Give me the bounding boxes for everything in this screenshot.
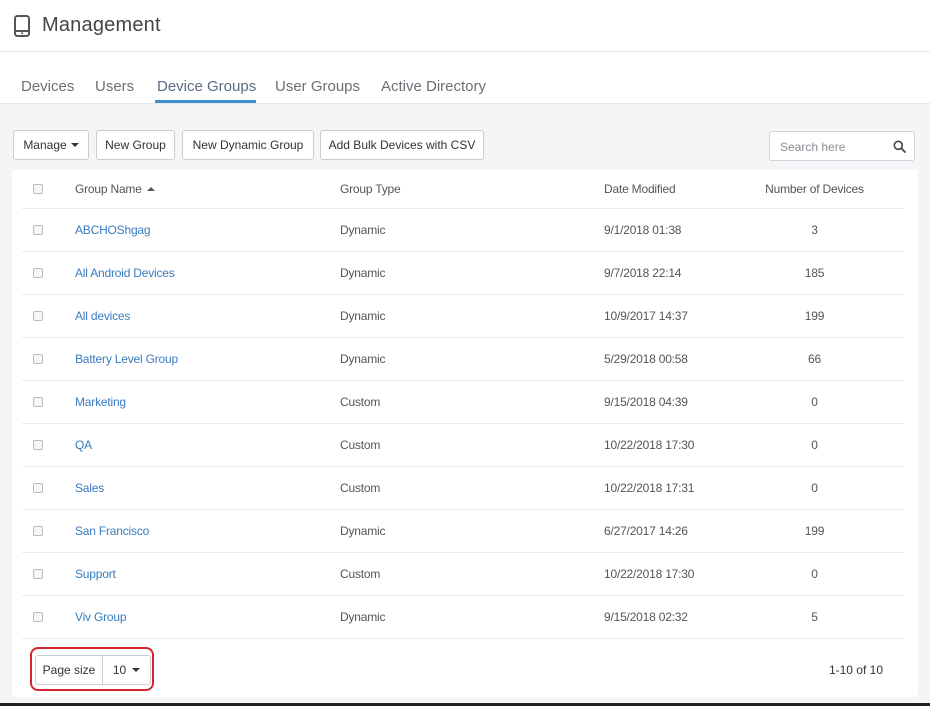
device-count-cell: 185	[804, 266, 825, 280]
row-checkbox[interactable]	[33, 526, 43, 536]
row-checkbox[interactable]	[33, 225, 43, 235]
table-header-row: Group Name Group Type Date Modified Numb…	[22, 170, 904, 209]
group-name-link[interactable]: Support	[75, 567, 116, 581]
table-row: San Francisco Dynamic 6/27/2017 14:26 19…	[22, 510, 904, 553]
add-bulk-devices-csv-button[interactable]: Add Bulk Devices with CSV	[320, 130, 484, 160]
device-count-cell: 3	[811, 223, 818, 237]
column-header-date-modified[interactable]: Date Modified	[604, 182, 676, 196]
date-modified-cell: 10/22/2018 17:31	[604, 481, 695, 495]
row-checkbox[interactable]	[33, 397, 43, 407]
row-checkbox[interactable]	[33, 483, 43, 493]
sort-ascending-icon	[146, 187, 155, 191]
table-row: QA Custom 10/22/2018 17:30 0	[22, 424, 904, 467]
column-header-group-name[interactable]: Group Name	[75, 182, 155, 196]
date-modified-cell: 9/15/2018 04:39	[604, 395, 688, 409]
page-size-selector: Page size 10	[35, 655, 151, 685]
table-row: Marketing Custom 9/15/2018 04:39 0	[22, 381, 904, 424]
page-header: Management	[0, 0, 930, 52]
tab-devices[interactable]: Devices	[21, 78, 74, 95]
row-checkbox[interactable]	[33, 268, 43, 278]
column-header-group-type[interactable]: Group Type	[340, 182, 401, 196]
device-count-cell: 0	[811, 438, 818, 452]
new-group-button[interactable]: New Group	[96, 130, 175, 160]
row-checkbox[interactable]	[33, 311, 43, 321]
table-row: All Android Devices Dynamic 9/7/2018 22:…	[22, 252, 904, 295]
date-modified-cell: 9/7/2018 22:14	[604, 266, 682, 280]
table-row: All devices Dynamic 10/9/2017 14:37 199	[22, 295, 904, 338]
table-row: Support Custom 10/22/2018 17:30 0	[22, 553, 904, 596]
table-row: ABCHOShgag Dynamic 9/1/2018 01:38 3	[22, 209, 904, 252]
group-type-cell: Custom	[340, 438, 381, 452]
page-title: Management	[42, 14, 161, 36]
group-name-link[interactable]: QA	[75, 438, 92, 452]
device-count-cell: 0	[811, 567, 818, 581]
group-type-cell: Dynamic	[340, 524, 386, 538]
tab-active-directory[interactable]: Active Directory	[381, 78, 486, 95]
date-modified-cell: 5/29/2018 00:58	[604, 352, 688, 366]
group-type-cell: Dynamic	[340, 352, 386, 366]
column-header-label: Group Name	[75, 182, 142, 196]
tab-bar: Devices Users Device Groups User Groups …	[0, 52, 930, 104]
group-name-link[interactable]: All Android Devices	[75, 266, 175, 280]
select-all-checkbox[interactable]	[33, 184, 43, 194]
device-count-cell: 0	[811, 481, 818, 495]
page-size-value: 10	[112, 663, 127, 677]
group-name-link[interactable]: Sales	[75, 481, 104, 495]
date-modified-cell: 9/1/2018 01:38	[604, 223, 682, 237]
group-name-link[interactable]: All devices	[75, 309, 130, 323]
column-header-number-of-devices[interactable]: Number of Devices	[742, 182, 887, 196]
group-type-cell: Custom	[340, 567, 381, 581]
row-checkbox[interactable]	[33, 440, 43, 450]
tab-device-groups[interactable]: Device Groups	[157, 78, 256, 95]
date-modified-cell: 6/27/2017 14:26	[604, 524, 688, 538]
new-dynamic-group-button[interactable]: New Dynamic Group	[182, 130, 314, 160]
search-input[interactable]	[780, 138, 885, 156]
group-name-link[interactable]: Battery Level Group	[75, 352, 178, 366]
device-count-cell: 66	[808, 352, 821, 366]
group-type-cell: Dynamic	[340, 309, 386, 323]
group-name-link[interactable]: San Francisco	[75, 524, 149, 538]
phone-icon	[12, 14, 32, 37]
row-checkbox[interactable]	[33, 569, 43, 579]
date-modified-cell: 10/22/2018 17:30	[604, 567, 695, 581]
device-count-cell: 199	[804, 524, 825, 538]
table-row: Sales Custom 10/22/2018 17:31 0	[22, 467, 904, 510]
group-name-link[interactable]: Marketing	[75, 395, 126, 409]
row-checkbox[interactable]	[33, 612, 43, 622]
active-tab-indicator	[155, 100, 256, 103]
caret-down-icon	[132, 668, 141, 672]
page-size-dropdown[interactable]: 10	[103, 656, 150, 684]
group-type-cell: Dynamic	[340, 223, 386, 237]
device-count-cell: 5	[811, 610, 818, 624]
search-icon[interactable]	[893, 140, 906, 153]
date-modified-cell: 10/9/2017 14:37	[604, 309, 688, 323]
group-type-cell: Custom	[340, 481, 381, 495]
date-modified-cell: 10/22/2018 17:30	[604, 438, 695, 452]
pagination-range: 1-10 of 10	[828, 663, 883, 677]
group-type-cell: Dynamic	[340, 266, 386, 280]
group-type-cell: Dynamic	[340, 610, 386, 624]
tab-user-groups[interactable]: User Groups	[275, 78, 360, 95]
tab-users[interactable]: Users	[95, 78, 134, 95]
date-modified-cell: 9/15/2018 02:32	[604, 610, 688, 624]
group-name-link[interactable]: ABCHOShgag	[75, 223, 151, 237]
search-box	[769, 131, 915, 161]
group-type-cell: Custom	[340, 395, 381, 409]
manage-dropdown-button[interactable]: Manage	[13, 130, 89, 160]
device-count-cell: 199	[804, 309, 825, 323]
page-size-label: Page size	[36, 656, 103, 684]
caret-down-icon	[70, 143, 79, 147]
row-checkbox[interactable]	[33, 354, 43, 364]
groups-table: Group Name Group Type Date Modified Numb…	[12, 170, 918, 697]
toolbar: Manage New Group New Dynamic Group Add B…	[0, 130, 930, 162]
table-row: Viv Group Dynamic 9/15/2018 02:32 5	[22, 596, 904, 639]
table-row: Battery Level Group Dynamic 5/29/2018 00…	[22, 338, 904, 381]
device-count-cell: 0	[811, 395, 818, 409]
group-name-link[interactable]: Viv Group	[75, 610, 127, 624]
manage-button-label: Manage	[23, 138, 67, 152]
